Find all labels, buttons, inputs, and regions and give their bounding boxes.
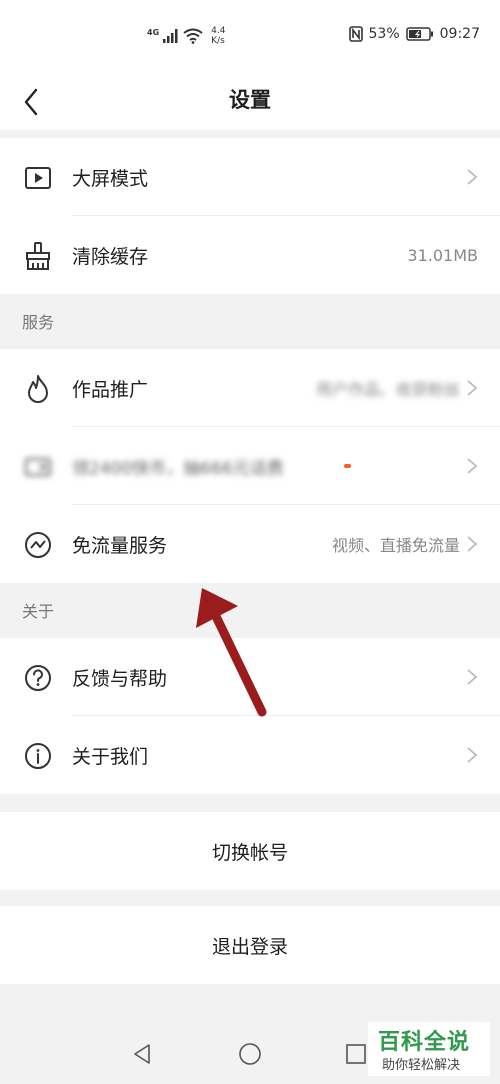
data-free-service-label: 免流量服务 xyxy=(72,534,168,557)
wifi-icon xyxy=(183,28,203,44)
chevron-right-icon xyxy=(467,747,478,763)
battery-percent: 53% xyxy=(368,26,400,42)
chevron-right-icon xyxy=(467,458,478,474)
promotion-value: 用户作品、收获粉丝 xyxy=(315,380,460,399)
nfc-icon xyxy=(348,26,363,42)
watermark-title: 百科全说 xyxy=(378,1030,471,1055)
card-icon xyxy=(25,458,51,476)
clear-cache-label: 清除缓存 xyxy=(72,245,149,268)
status-bar: 4G 4.4 K/s 53% 09:27 xyxy=(0,0,500,72)
feedback-help-label: 反馈与帮助 xyxy=(72,667,168,690)
nav-recents-icon[interactable] xyxy=(344,1042,368,1066)
cache-size: 31.01MB xyxy=(407,245,478,265)
promotion-label: 作品推广 xyxy=(72,378,149,401)
flame-icon xyxy=(28,375,48,403)
big-screen-mode-label: 大屏模式 xyxy=(72,167,149,190)
chevron-right-icon xyxy=(467,536,478,552)
clear-cache-item[interactable]: 清除缓存 31.01MB xyxy=(0,216,500,294)
promotion-item[interactable]: 作品推广 用户作品、收获粉丝 xyxy=(0,349,500,427)
status-right: 53% 09:27 xyxy=(348,26,480,42)
watermark-subtitle: 助你轻松解决 xyxy=(382,1058,461,1073)
trend-icon xyxy=(25,532,51,558)
question-icon xyxy=(25,665,51,691)
chevron-right-icon xyxy=(467,380,478,396)
data-free-service-value: 视频、直播免流量 xyxy=(331,536,460,555)
coin-campaign-label: 领2400快币，抽666元话费 xyxy=(72,458,284,479)
about-us-item[interactable]: 关于我们 xyxy=(0,716,500,794)
header: 设置 xyxy=(0,72,500,130)
about-us-label: 关于我们 xyxy=(72,745,149,768)
feedback-help-item[interactable]: 反馈与帮助 xyxy=(0,638,500,716)
switch-account-button[interactable]: 切换帐号 xyxy=(0,812,500,890)
big-screen-mode-item[interactable]: 大屏模式 xyxy=(0,138,500,216)
status-left: 4G 4.4 K/s xyxy=(147,22,225,50)
watermark-logo: 百科全说 助你轻松解决 xyxy=(368,1022,490,1076)
chevron-right-icon xyxy=(467,169,478,185)
nav-back-icon[interactable] xyxy=(130,1042,154,1066)
broom-icon xyxy=(26,242,50,270)
battery-icon xyxy=(405,27,433,41)
network-speed: 4.4 K/s xyxy=(211,26,226,46)
nav-home-icon[interactable] xyxy=(238,1042,262,1066)
about-list: 反馈与帮助 关于我们 xyxy=(0,638,500,794)
clock: 09:27 xyxy=(439,26,480,42)
settings-list-top: 大屏模式 清除缓存 31.01MB xyxy=(0,138,500,294)
section-header-about: 关于 xyxy=(0,583,500,638)
info-icon xyxy=(25,743,51,769)
data-free-service-item[interactable]: 免流量服务 视频、直播免流量 xyxy=(0,505,500,583)
coin-campaign-item[interactable]: 领2400快币，抽666元话费 xyxy=(0,427,500,505)
play-screen-icon xyxy=(25,167,51,189)
network-label: 4G xyxy=(147,27,160,37)
signal-icon xyxy=(163,29,178,43)
chevron-right-icon xyxy=(467,669,478,685)
red-dot-badge xyxy=(344,464,351,468)
section-header-service: 服务 xyxy=(0,294,500,349)
service-list: 作品推广 用户作品、收获粉丝 领2400快币，抽666元话费 免流量服务 视频、… xyxy=(0,349,500,583)
page-title: 设置 xyxy=(229,88,271,112)
logout-button[interactable]: 退出登录 xyxy=(0,906,500,984)
